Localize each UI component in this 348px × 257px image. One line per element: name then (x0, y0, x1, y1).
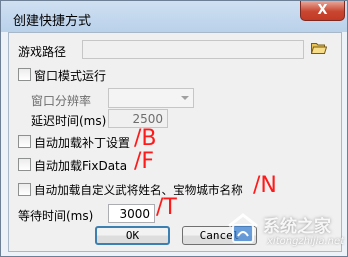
switch-b-annotation: /B (134, 126, 157, 151)
switch-f-annotation: /F (134, 149, 155, 174)
auto-custom-names-label: 自动加载自定义武将姓名、宝物城市名称 (34, 183, 243, 197)
watermark-text: 系统之家 (263, 217, 331, 237)
auto-custom-names-checkbox[interactable] (18, 183, 31, 196)
delay-input[interactable] (109, 110, 167, 127)
switch-t-annotation: /T (156, 195, 177, 220)
system-home-logo-icon (228, 213, 258, 243)
switch-n-annotation: /N (253, 173, 277, 198)
folder-open-icon[interactable] (311, 41, 327, 54)
chevron-down-icon (181, 96, 189, 100)
wait-time-field[interactable] (108, 204, 155, 223)
resolution-label: 窗口分辨率 (31, 94, 92, 108)
ok-button[interactable]: OK (95, 226, 170, 245)
close-button[interactable]: X (300, 1, 345, 21)
wait-time-input[interactable] (109, 205, 154, 222)
delay-label: 延迟时间(ms) (31, 114, 107, 128)
auto-patch-checkbox[interactable] (18, 135, 31, 148)
game-path-label: 游戏路径 (18, 45, 67, 59)
wait-time-label: 等待时间(ms) (18, 209, 94, 223)
auto-fixdata-label: 自动加载FixData (34, 159, 128, 173)
game-path-input[interactable] (83, 41, 303, 58)
dialog-window: 创建快捷方式 X 游戏路径 窗口模式运行 窗口分辨率 延迟时间(ms) 自动加载… (0, 0, 348, 257)
window-mode-label: 窗口模式运行 (34, 69, 107, 83)
window-title: 创建快捷方式 (13, 14, 92, 29)
window-mode-checkbox[interactable] (18, 68, 31, 81)
game-path-field[interactable] (82, 40, 304, 59)
auto-fixdata-checkbox[interactable] (18, 158, 31, 171)
title-bar: 创建快捷方式 X (1, 1, 347, 32)
watermark-url: xitongzhijia.net (267, 236, 345, 247)
auto-patch-label: 自动加载补丁设置 (34, 136, 131, 150)
watermark: 系统之家 xitongzhijia.net (219, 206, 347, 254)
resolution-select[interactable] (108, 88, 194, 108)
